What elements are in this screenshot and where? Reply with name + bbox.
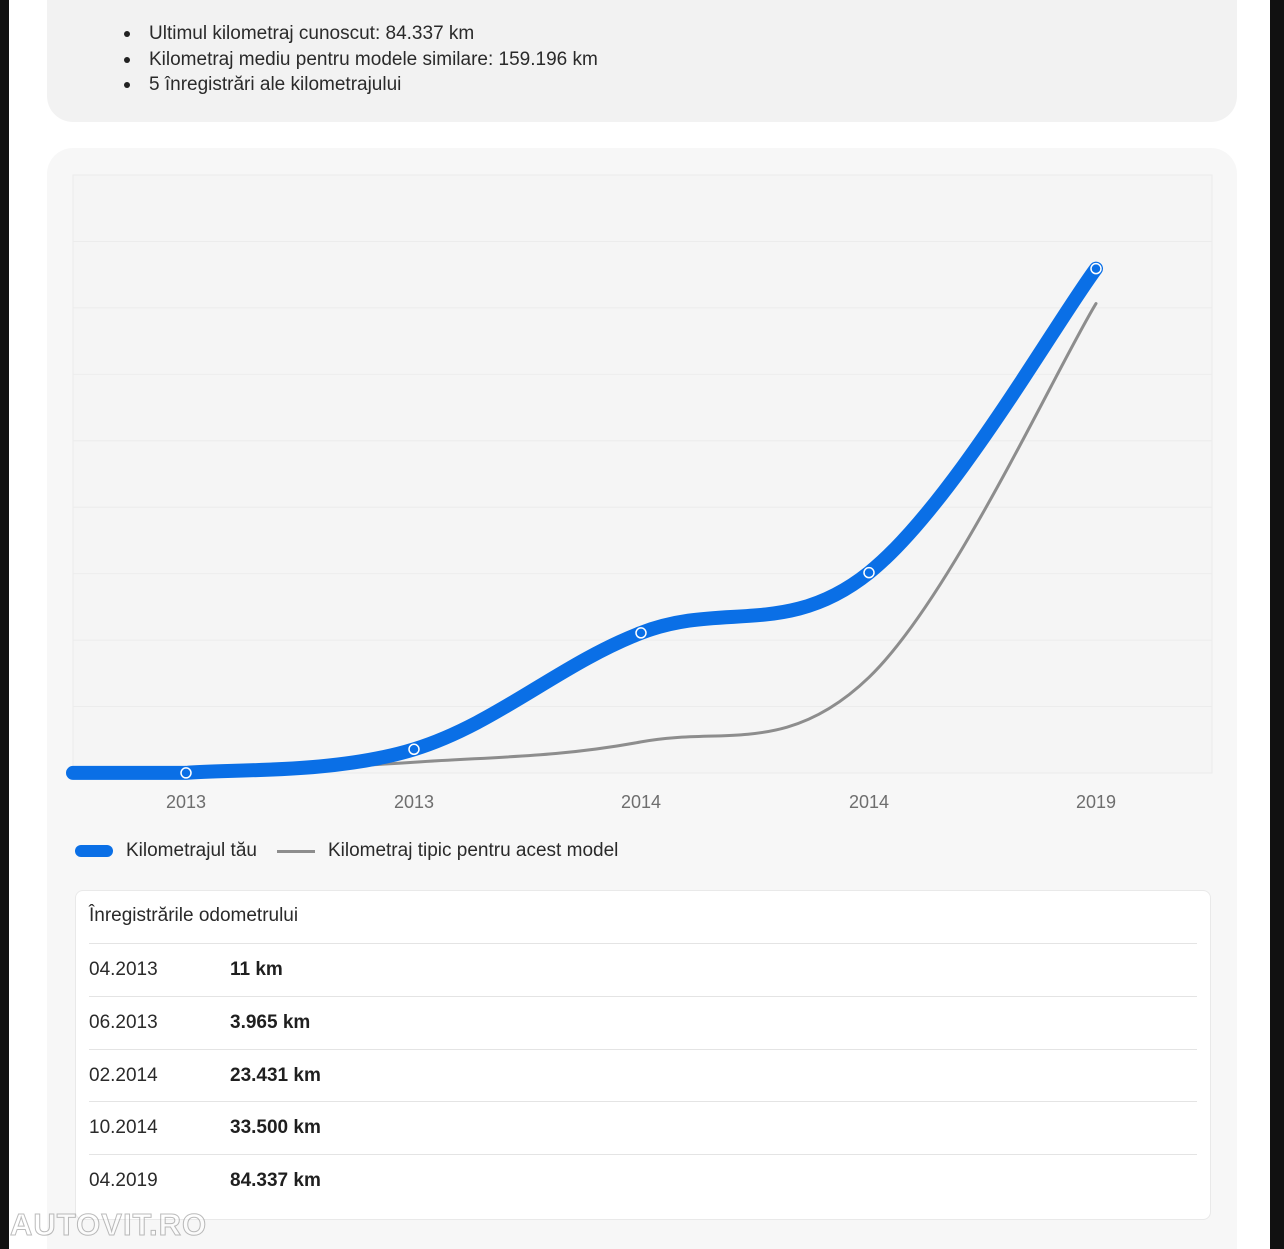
record-date: 04.2013: [89, 959, 158, 980]
record-mileage: 33.500 km: [230, 1117, 321, 1138]
data-point[interactable]: [1090, 262, 1102, 275]
summary-list: Ultimul kilometraj cunoscut: 84.337 km K…: [124, 21, 598, 98]
table-row: 10.2014 33.500 km: [89, 1101, 1197, 1154]
mileage-chart-card: 2013 2013 2014 2014 2019 Kilometrajul tău Ki…: [47, 148, 1237, 1249]
table-row: 06.2013 3.965 km: [89, 996, 1197, 1049]
table-row: 04.2019 84.337 km: [89, 1154, 1197, 1207]
record-date: 06.2013: [89, 1012, 158, 1033]
x-tick-label: 2013: [166, 792, 206, 812]
mileage-chart: 2013 2013 2014 2014 2019: [66, 174, 1213, 812]
window-edge-right: [1270, 0, 1284, 1249]
record-date: 10.2014: [89, 1117, 158, 1138]
x-tick-label: 2014: [849, 792, 889, 812]
record-mileage: 3.965 km: [230, 1012, 311, 1033]
summary-record-count: 5 înregistrări ale kilometrajului: [124, 72, 598, 98]
legend-label-yours: Kilometrajul tău: [126, 840, 257, 861]
site-watermark: AUTOVIT.RO: [9, 1207, 208, 1243]
x-tick-label: 2014: [621, 792, 661, 812]
summary-last-mileage: Ultimul kilometraj cunoscut: 84.337 km: [124, 21, 598, 47]
data-point[interactable]: [408, 743, 420, 756]
summary-average-mileage: Kilometraj mediu pentru modele similare:…: [124, 47, 598, 73]
odometer-records-table: Înregistrările odometrului 04.2013 11 km…: [75, 890, 1211, 1220]
plot-area: [72, 174, 1213, 774]
records-title: Înregistrările odometrului: [89, 905, 299, 926]
table-row: 02.2014 23.431 km: [89, 1049, 1197, 1102]
record-mileage: 23.431 km: [230, 1065, 321, 1086]
chart-legend: Kilometrajul tău Kilometraj tipic pentru…: [75, 838, 618, 864]
data-point[interactable]: [635, 627, 647, 639]
record-mileage: 84.337 km: [230, 1170, 321, 1191]
record-date: 04.2019: [89, 1170, 158, 1191]
legend-swatch-typical: [276, 849, 315, 853]
window-edge-left: [0, 0, 9, 1249]
mileage-summary-card: Ultimul kilometraj cunoscut: 84.337 km K…: [47, 0, 1237, 122]
record-mileage: 11 km: [230, 959, 283, 980]
x-tick-label: 2013: [394, 792, 434, 812]
record-date: 02.2014: [89, 1065, 158, 1086]
data-point[interactable]: [180, 767, 192, 779]
legend-swatch-yours: [75, 845, 113, 857]
data-point[interactable]: [863, 566, 875, 579]
x-tick-label: 2019: [1076, 792, 1116, 812]
table-row: 04.2013 11 km: [89, 943, 1197, 996]
legend-label-typical: Kilometraj tipic pentru acest model: [327, 840, 619, 861]
